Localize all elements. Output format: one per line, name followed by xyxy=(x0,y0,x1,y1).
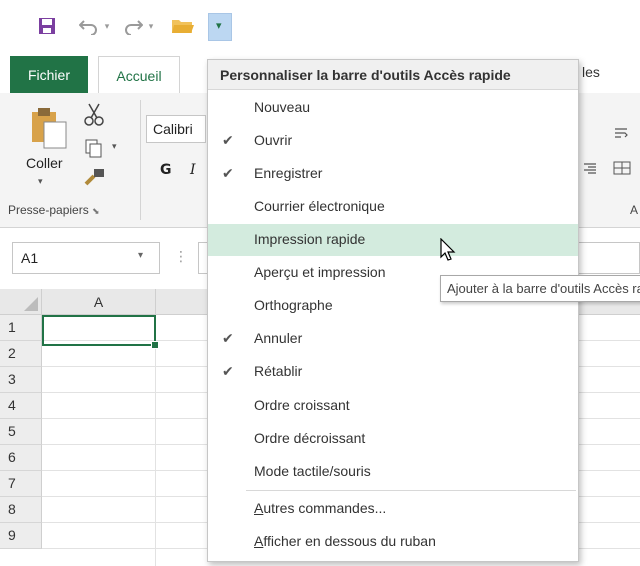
row-header[interactable]: 2 xyxy=(0,341,42,367)
dialog-launcher-icon[interactable]: ⬊ xyxy=(92,206,100,216)
open-folder-icon[interactable] xyxy=(170,14,196,38)
redo-dropdown-icon[interactable]: ▾ xyxy=(146,14,156,38)
menu-item-label: Courrier électronique xyxy=(254,198,385,214)
clipboard-group-text: Presse-papiers xyxy=(8,203,89,217)
menu-item-label: Ordre croissant xyxy=(254,397,350,413)
menu-item-ouvrir[interactable]: ✔ Ouvrir xyxy=(208,125,578,157)
menu-item-mode-tactile[interactable]: Mode tactile/souris xyxy=(208,456,578,488)
copy-dropdown-icon[interactable]: ▾ xyxy=(112,141,117,152)
row-header[interactable]: 7 xyxy=(0,471,42,497)
menu-item-label: fficher en dessous du ruban xyxy=(263,533,436,549)
wrap-text-icon[interactable] xyxy=(613,126,631,145)
mnemonic-letter: A xyxy=(254,500,264,516)
chevron-down-icon: ▾ xyxy=(216,20,222,32)
row-header[interactable]: 3 xyxy=(0,367,42,393)
menu-item-label: Impression rapide xyxy=(254,231,366,247)
row-header[interactable]: 5 xyxy=(0,419,42,445)
menu-item-courrier[interactable]: Courrier électronique xyxy=(208,191,578,223)
menu-item-label: Mode tactile/souris xyxy=(254,463,371,479)
save-icon[interactable] xyxy=(36,14,58,38)
name-box-dropdown-icon[interactable]: ▾ xyxy=(138,250,143,261)
menu-item-ordre-croissant[interactable]: Ordre croissant xyxy=(208,390,578,422)
fill-handle[interactable] xyxy=(151,341,159,349)
row-header[interactable]: 6 xyxy=(0,445,42,471)
menu-title: Personnaliser la barre d'outils Accès ra… xyxy=(208,60,578,90)
row-header[interactable]: 4 xyxy=(0,393,42,419)
clipboard-group-label: Presse-papiers ⬊ xyxy=(8,203,100,217)
menu-item-ordre-decroissant[interactable]: Ordre décroissant xyxy=(208,423,578,455)
copy-icon[interactable] xyxy=(84,138,104,161)
align-right-icon[interactable] xyxy=(582,162,598,179)
column-header-a[interactable]: A xyxy=(42,289,156,315)
grid-line xyxy=(155,315,156,566)
italic-button[interactable]: I xyxy=(190,162,196,178)
row-header[interactable]: 9 xyxy=(0,523,42,549)
bold-button[interactable]: G xyxy=(160,162,172,178)
menu-item-label: Ouvrir xyxy=(254,132,293,148)
menu-item-annuler[interactable]: ✔ Annuler xyxy=(208,323,578,355)
formula-bar-grip-icon[interactable]: ⋮ xyxy=(174,248,188,265)
select-all-corner[interactable] xyxy=(0,289,42,315)
cut-icon[interactable] xyxy=(84,102,104,129)
checkmark-icon: ✔ xyxy=(222,132,234,148)
checkmark-icon: ✔ xyxy=(222,165,234,181)
quick-access-toolbar: ▾ ▾ xyxy=(0,0,640,55)
menu-item-retablir[interactable]: ✔ Rétablir xyxy=(208,356,578,388)
menu-item-label: utres commandes... xyxy=(263,500,387,516)
menu-separator xyxy=(246,490,576,491)
menu-item-enregistrer[interactable]: ✔ Enregistrer xyxy=(208,158,578,190)
menu-item-afficher-dessous[interactable]: Afficher en dessous du ruban xyxy=(208,526,578,558)
menu-item-impression-rapide[interactable]: Impression rapide xyxy=(208,224,578,256)
checkmark-icon: ✔ xyxy=(222,363,234,379)
alignment-group-label: A xyxy=(630,203,639,217)
checkmark-icon: ✔ xyxy=(222,330,234,346)
row-header[interactable]: 1 xyxy=(0,315,42,341)
undo-dropdown-icon[interactable]: ▾ xyxy=(102,14,112,38)
menu-item-autres-commandes[interactable]: Autres commandes... xyxy=(208,493,578,525)
menu-item-label: Orthographe xyxy=(254,297,333,313)
mnemonic-letter: A xyxy=(254,533,264,549)
undo-icon[interactable] xyxy=(78,14,100,38)
menu-item-label: Nouveau xyxy=(254,99,311,115)
paste-icon[interactable] xyxy=(30,106,74,153)
font-name-field[interactable]: Calibri xyxy=(146,115,206,143)
mouse-cursor-icon xyxy=(440,237,458,267)
paste-button-label[interactable]: Coller xyxy=(26,155,63,171)
group-divider xyxy=(140,100,141,220)
tab-accueil[interactable]: Accueil xyxy=(98,56,180,94)
menu-item-nouveau[interactable]: Nouveau xyxy=(208,92,578,124)
format-painter-icon[interactable] xyxy=(84,166,106,189)
tooltip: Ajouter à la barre d'outils Accès rapide xyxy=(440,275,640,302)
menu-item-label: Rétablir xyxy=(254,363,303,379)
paste-dropdown-icon[interactable]: ▾ xyxy=(38,176,43,187)
tab-fichier[interactable]: Fichier xyxy=(10,56,88,93)
active-cell-a1[interactable] xyxy=(42,315,156,346)
redo-icon[interactable] xyxy=(122,14,144,38)
menu-item-label: Aperçu et impression xyxy=(254,264,386,280)
tab-partial[interactable]: les xyxy=(582,64,600,80)
menu-item-label: Ordre décroissant xyxy=(254,430,366,446)
customize-qat-icon[interactable]: ▾ xyxy=(208,13,232,41)
row-header[interactable]: 8 xyxy=(0,497,42,523)
menu-item-label: Annuler xyxy=(254,330,303,346)
merge-center-icon[interactable] xyxy=(613,160,631,179)
menu-item-label: Enregistrer xyxy=(254,165,323,181)
